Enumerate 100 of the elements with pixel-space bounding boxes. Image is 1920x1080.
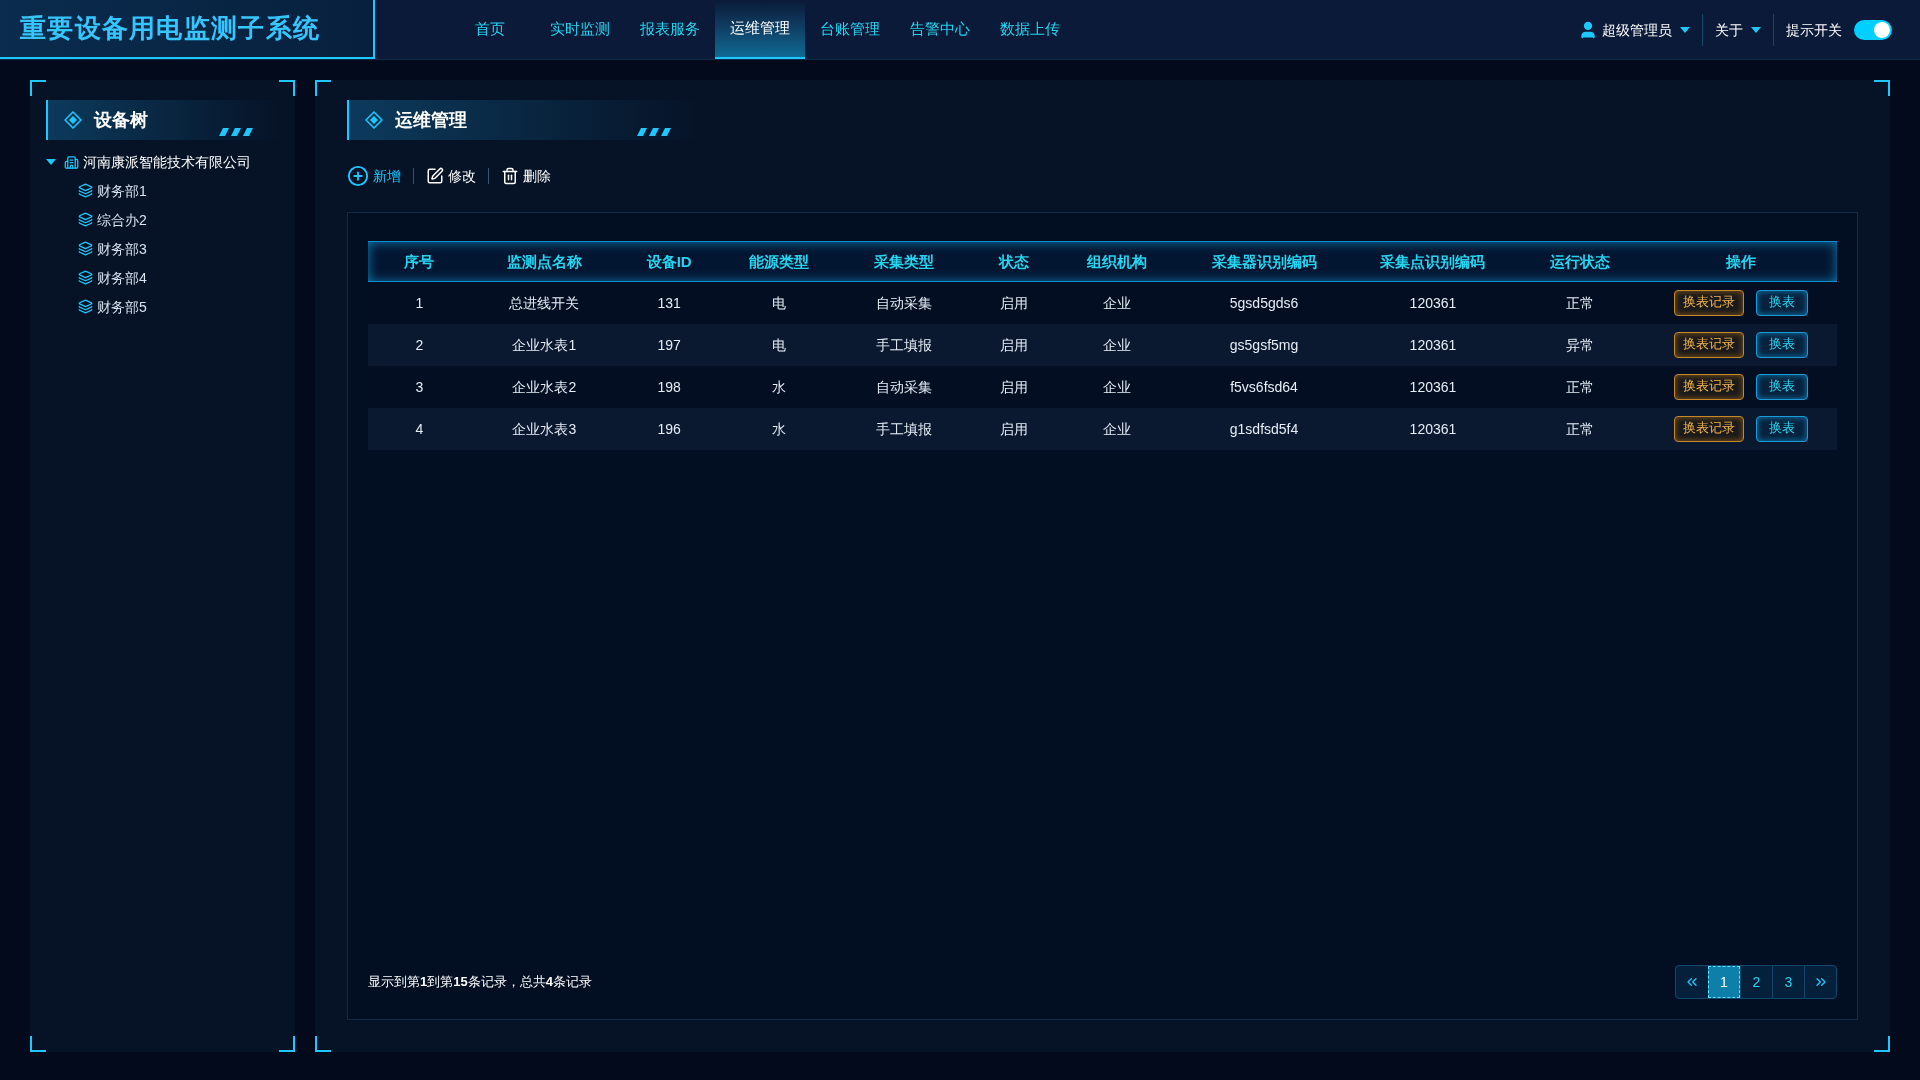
nav-tab[interactable]: 数据上传 xyxy=(985,0,1075,59)
caret-icon xyxy=(1680,26,1690,33)
tree-label: 财务部3 xyxy=(97,239,147,259)
tree-label: 财务部5 xyxy=(97,297,147,317)
panel-title: 设备树 xyxy=(94,109,148,132)
table-cell: f5vs6fsd64 xyxy=(1175,365,1353,408)
row-action-button[interactable]: 换表记录 xyxy=(1674,331,1745,358)
table-cell: 120361 xyxy=(1352,407,1514,450)
page-button[interactable]: 2 xyxy=(1740,966,1772,998)
corner-bracket xyxy=(315,1036,331,1052)
row-action-button[interactable]: 换表记录 xyxy=(1674,415,1745,442)
column-header: 采集器识别编码 xyxy=(1175,241,1353,282)
building-icon xyxy=(64,154,79,170)
column-header: 运行状态 xyxy=(1513,241,1646,282)
page-button[interactable]: 3 xyxy=(1772,966,1804,998)
column-header: 序号 xyxy=(368,241,471,282)
table-cell: 120361 xyxy=(1352,281,1514,324)
table-cell: 启用 xyxy=(970,365,1059,408)
tree-item[interactable]: 综合办2 xyxy=(46,205,279,234)
nav-tab[interactable]: 首页 xyxy=(445,0,535,59)
tree-item[interactable]: 财务部4 xyxy=(46,263,279,292)
corner-bracket xyxy=(315,80,331,96)
about-menu[interactable]: 关于 xyxy=(1703,19,1773,40)
table-cell: gs5gsf5mg xyxy=(1175,323,1353,366)
layers-icon xyxy=(78,183,93,198)
column-header: 设备ID xyxy=(617,241,721,282)
table-cell: 120361 xyxy=(1352,365,1514,408)
layers-icon xyxy=(78,270,93,285)
table-cell: 198 xyxy=(617,365,721,408)
table-cell: 197 xyxy=(617,323,721,366)
nav-tab[interactable]: 告警中心 xyxy=(895,0,985,59)
nav-tab[interactable]: 运维管理 xyxy=(715,0,805,59)
table-cell: 5gsd5gds6 xyxy=(1175,281,1353,324)
hint-toggle[interactable] xyxy=(1854,19,1892,40)
table-cell: 企业 xyxy=(1058,407,1176,450)
add-icon xyxy=(347,165,369,187)
tree-label: 财务部4 xyxy=(97,268,147,288)
diamond-icon xyxy=(64,111,82,129)
row-action-button[interactable]: 换表 xyxy=(1756,373,1809,400)
delete-icon xyxy=(501,167,519,185)
table-cell: 总进线开关 xyxy=(470,281,618,324)
column-header: 能源类型 xyxy=(720,241,839,282)
tree-item[interactable]: 财务部1 xyxy=(46,176,279,205)
toggle-label: 提示开关 xyxy=(1785,20,1843,40)
table-cell: 120361 xyxy=(1352,323,1514,366)
nav-tab[interactable]: 台账管理 xyxy=(805,0,895,59)
row-action-button[interactable]: 换表 xyxy=(1756,289,1809,316)
diamond-icon xyxy=(365,111,383,129)
layers-icon xyxy=(78,212,93,227)
toolbar-button[interactable]: 删除 xyxy=(501,166,551,186)
corner-bracket xyxy=(30,1036,46,1052)
table-cell: 1 xyxy=(368,281,471,324)
table-cell: 2 xyxy=(368,323,471,366)
table-cell: 企业水表3 xyxy=(470,407,618,450)
table-cell: 水 xyxy=(720,407,839,450)
corner-bracket xyxy=(279,80,295,96)
table-cell: 企业 xyxy=(1058,323,1176,366)
app-title: 重要设备用电监测子系统 xyxy=(20,12,321,45)
column-header: 组织机构 xyxy=(1058,241,1176,282)
layers-icon xyxy=(78,299,93,314)
column-header: 采集类型 xyxy=(838,241,971,282)
row-action-button[interactable]: 换表 xyxy=(1756,415,1809,442)
table-cell: 正常 xyxy=(1513,365,1646,408)
table-cell: 131 xyxy=(617,281,721,324)
row-action-button[interactable]: 换表 xyxy=(1756,331,1809,358)
corner-bracket xyxy=(30,80,46,96)
nav-tab[interactable]: 报表服务 xyxy=(625,0,715,59)
caret-icon xyxy=(1751,26,1761,33)
column-header: 监测点名称 xyxy=(470,241,618,282)
table-cell: 手工填报 xyxy=(838,407,971,450)
table-cell: 自动采集 xyxy=(838,281,971,324)
table-cell: 企业 xyxy=(1058,365,1176,408)
corner-bracket xyxy=(1874,1036,1890,1052)
corner-bracket xyxy=(279,1036,295,1052)
table-cell: 企业水表2 xyxy=(470,365,618,408)
row-action-button[interactable]: 换表记录 xyxy=(1674,373,1745,400)
table-cell: 正常 xyxy=(1513,407,1646,450)
table-cell: 异常 xyxy=(1513,323,1646,366)
tree-label: 财务部1 xyxy=(97,181,147,201)
toolbar-button[interactable]: 修改 xyxy=(426,166,476,186)
row-action-button[interactable]: 换表记录 xyxy=(1674,289,1745,316)
table-cell: 电 xyxy=(720,323,839,366)
column-header: 操作 xyxy=(1645,241,1837,282)
table-cell: 196 xyxy=(617,407,721,450)
tree-label: 河南康派智能技术有限公司 xyxy=(83,153,251,172)
table-cell: 水 xyxy=(720,365,839,408)
toolbar-button[interactable]: 新增 xyxy=(347,165,401,187)
tree-item[interactable]: 财务部5 xyxy=(46,292,279,321)
nav-tab[interactable]: 实时监测 xyxy=(535,0,625,59)
table-cell: 企业 xyxy=(1058,281,1176,324)
table-cell: 启用 xyxy=(970,323,1059,366)
tree-item[interactable]: 河南康派智能技术有限公司 xyxy=(46,148,279,176)
table-cell: 正常 xyxy=(1513,281,1646,324)
column-header: 状态 xyxy=(970,241,1059,282)
page-button[interactable]: 1 xyxy=(1708,966,1740,998)
table-cell: 自动采集 xyxy=(838,365,971,408)
tree-item[interactable]: 财务部3 xyxy=(46,234,279,263)
user-menu[interactable]: 超级管理员 xyxy=(1566,19,1702,40)
table-cell: 启用 xyxy=(970,281,1059,324)
layers-icon xyxy=(78,241,93,256)
